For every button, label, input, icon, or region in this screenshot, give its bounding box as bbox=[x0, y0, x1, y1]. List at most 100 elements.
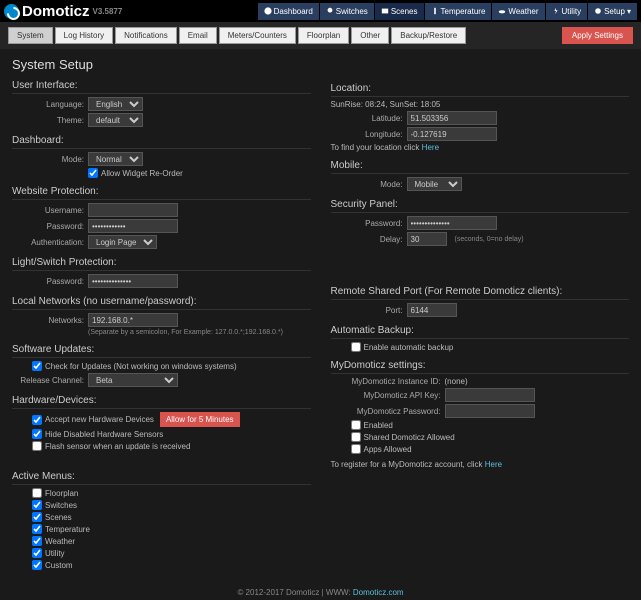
light-password-label: Password: bbox=[12, 277, 84, 286]
menu-temperature-checkbox[interactable] bbox=[32, 524, 42, 534]
shared-allowed-checkbox[interactable] bbox=[351, 432, 361, 442]
release-channel-select[interactable]: Beta bbox=[88, 373, 178, 387]
accept-hardware-label: Accept new Hardware Devices bbox=[45, 415, 154, 424]
menu-utility-checkbox[interactable] bbox=[32, 548, 42, 558]
security-panel-heading: Security Panel: bbox=[331, 199, 630, 213]
nav-setup[interactable]: Setup ▾ bbox=[588, 3, 637, 20]
hide-disabled-checkbox[interactable] bbox=[32, 429, 42, 439]
menu-scenes-checkbox[interactable] bbox=[32, 512, 42, 522]
light-password-input[interactable] bbox=[88, 274, 178, 288]
api-key-label: MyDomoticz API Key: bbox=[331, 391, 441, 400]
instance-id-value: (none) bbox=[445, 377, 468, 386]
copyright: © 2012-2017 Domoticz | WWW: bbox=[237, 588, 350, 597]
right-column: Location: SunRise: 08:24, SunSet: 18:05 … bbox=[331, 57, 630, 572]
theme-select[interactable]: default bbox=[88, 113, 143, 127]
mobile-mode-select[interactable]: Mobile bbox=[407, 177, 462, 191]
mydomoticz-heading: MyDomoticz settings: bbox=[331, 360, 630, 374]
shared-allowed-label: Shared Domoticz Allowed bbox=[364, 433, 455, 442]
security-delay-input[interactable] bbox=[407, 232, 447, 246]
language-label: Language: bbox=[12, 100, 84, 109]
gear-icon bbox=[594, 7, 602, 15]
register-link[interactable]: Here bbox=[485, 460, 502, 469]
nav-temperature[interactable]: Temperature bbox=[425, 3, 492, 20]
left-column: System Setup User Interface: Language: En… bbox=[12, 57, 311, 572]
find-location-link[interactable]: Here bbox=[422, 143, 439, 152]
tab-log-history[interactable]: Log History bbox=[55, 27, 113, 44]
menu-floorplan-label: Floorplan bbox=[45, 489, 78, 498]
menu-scenes-label: Scenes bbox=[45, 513, 72, 522]
location-heading: Location: bbox=[331, 83, 630, 97]
enable-backup-checkbox[interactable] bbox=[351, 342, 361, 352]
remote-port-heading: Remote Shared Port (For Remote Domoticz … bbox=[331, 286, 630, 300]
api-key-input[interactable] bbox=[445, 388, 535, 402]
apps-allowed-checkbox[interactable] bbox=[351, 444, 361, 454]
dashboard-mode-select[interactable]: Normal bbox=[88, 152, 143, 166]
apply-settings-button[interactable]: Apply Settings bbox=[562, 27, 633, 44]
enable-backup-label: Enable automatic backup bbox=[364, 343, 454, 352]
latitude-label: Latitude: bbox=[331, 114, 403, 123]
security-delay-label: Delay: bbox=[331, 235, 403, 244]
tab-meters-counters[interactable]: Meters/Counters bbox=[219, 27, 296, 44]
cloud-icon bbox=[498, 7, 506, 15]
tab-system[interactable]: System bbox=[8, 27, 53, 44]
flash-sensor-checkbox[interactable] bbox=[32, 441, 42, 451]
footer: © 2012-2017 Domoticz | WWW: Domoticz.com bbox=[0, 588, 641, 597]
menu-utility-label: Utility bbox=[45, 549, 65, 558]
tab-email[interactable]: Email bbox=[179, 27, 217, 44]
nav-weather[interactable]: Weather bbox=[492, 3, 544, 20]
menu-switches-label: Switches bbox=[45, 501, 77, 510]
mobile-heading: Mobile: bbox=[331, 160, 630, 174]
latitude-input[interactable] bbox=[407, 111, 497, 125]
port-input[interactable] bbox=[407, 303, 457, 317]
active-menus-heading: Active Menus: bbox=[12, 471, 311, 485]
networks-hint: (Separate by a semicolon, For Example: 1… bbox=[88, 329, 311, 336]
logo: Domoticz V3.5877 bbox=[4, 3, 122, 20]
enabled-checkbox[interactable] bbox=[351, 420, 361, 430]
port-label: Port: bbox=[331, 306, 403, 315]
hardware-devices-heading: Hardware/Devices: bbox=[12, 395, 311, 409]
local-networks-heading: Local Networks (no username/password): bbox=[12, 296, 311, 310]
nav-utility[interactable]: Utility bbox=[546, 3, 588, 20]
header: Domoticz V3.5877 Dashboard Switches Scen… bbox=[0, 0, 641, 22]
networks-input[interactable] bbox=[88, 313, 178, 327]
nav-switches[interactable]: Switches bbox=[320, 3, 374, 20]
app-name: Domoticz bbox=[22, 3, 90, 20]
flash-sensor-label: Flash sensor when an update is received bbox=[45, 442, 190, 451]
allow-5-minutes-button[interactable]: Allow for 5 Minutes bbox=[160, 412, 240, 427]
menu-switches-checkbox[interactable] bbox=[32, 500, 42, 510]
security-password-input[interactable] bbox=[407, 216, 497, 230]
username-input[interactable] bbox=[88, 203, 178, 217]
release-channel-label: Release Channel: bbox=[12, 376, 84, 385]
menu-temperature-label: Temperature bbox=[45, 525, 90, 534]
content: System Setup User Interface: Language: En… bbox=[0, 49, 641, 580]
menu-floorplan-checkbox[interactable] bbox=[32, 488, 42, 498]
mydomoticz-password-input[interactable] bbox=[445, 404, 535, 418]
accept-hardware-checkbox[interactable] bbox=[32, 415, 42, 425]
footer-link[interactable]: Domoticz.com bbox=[353, 588, 404, 597]
check-updates-checkbox[interactable] bbox=[32, 361, 42, 371]
find-location-text: To find your location click bbox=[331, 143, 420, 152]
nav-dashboard[interactable]: Dashboard bbox=[258, 3, 319, 20]
instance-id-label: MyDomoticz Instance ID: bbox=[331, 377, 441, 386]
tab-notifications[interactable]: Notifications bbox=[115, 27, 177, 44]
ui-heading: User Interface: bbox=[12, 80, 311, 94]
password-input[interactable] bbox=[88, 219, 178, 233]
hide-disabled-label: Hide Disabled Hardware Sensors bbox=[45, 430, 163, 439]
menu-weather-checkbox[interactable] bbox=[32, 536, 42, 546]
tab-other[interactable]: Other bbox=[351, 27, 389, 44]
menu-custom-checkbox[interactable] bbox=[32, 560, 42, 570]
tab-floorplan[interactable]: Floorplan bbox=[298, 27, 349, 44]
software-updates-heading: Software Updates: bbox=[12, 344, 311, 358]
logo-icon bbox=[4, 4, 19, 19]
page-title: System Setup bbox=[12, 57, 311, 72]
auth-select[interactable]: Login Page bbox=[88, 235, 157, 249]
allow-reorder-checkbox[interactable] bbox=[88, 168, 98, 178]
tab-backup-restore[interactable]: Backup/Restore bbox=[391, 27, 466, 44]
nav-scenes[interactable]: Scenes bbox=[375, 3, 424, 20]
longitude-input[interactable] bbox=[407, 127, 497, 141]
mobile-mode-label: Mode: bbox=[331, 180, 403, 189]
main-nav: Dashboard Switches Scenes Temperature We… bbox=[257, 3, 637, 20]
automatic-backup-heading: Automatic Backup: bbox=[331, 325, 630, 339]
language-select[interactable]: English bbox=[88, 97, 143, 111]
check-updates-label: Check for Updates (Not working on window… bbox=[45, 362, 237, 371]
